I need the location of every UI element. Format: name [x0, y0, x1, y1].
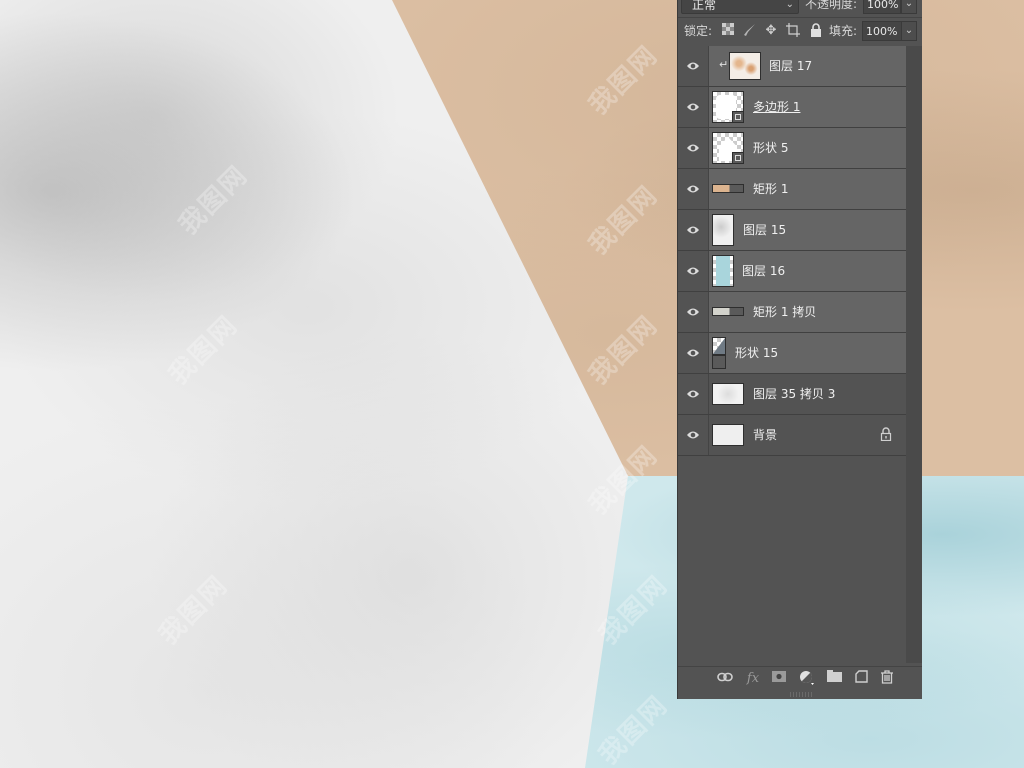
lock-image-pixels-icon[interactable]	[742, 23, 758, 39]
fx-icon[interactable]: fx	[744, 670, 762, 688]
layers-panel: 正常 ⌄ 不透明度: 100% ⌄ 锁定: ✥ 填充: 100% ⌄ ↵ 图层 …	[677, 0, 922, 699]
layer-name: 形状 5	[753, 141, 789, 155]
divider	[678, 17, 922, 18]
layer-thumbnail	[712, 383, 744, 405]
eye-icon[interactable]	[686, 142, 700, 154]
lock-artboard-icon[interactable]	[785, 23, 801, 39]
add-mask-icon[interactable]	[770, 670, 788, 688]
opacity-input[interactable]: 100%	[863, 0, 901, 14]
vector-mask-icon	[732, 152, 744, 164]
layer-row[interactable]: 形状 15	[678, 333, 906, 374]
layer-thumbnail	[712, 184, 744, 193]
layer-name: 图层 35 拷贝 3	[753, 387, 836, 401]
layer-name: 图层 15	[743, 223, 787, 237]
layer-name: 形状 15	[735, 346, 779, 360]
fill-label: 填充:	[829, 24, 858, 38]
vector-mask-icon	[712, 355, 726, 369]
blend-mode-value: 正常	[692, 0, 717, 12]
layer-name: 矩形 1 拷贝	[753, 305, 817, 319]
eye-icon[interactable]	[686, 183, 700, 195]
adjustment-layer-icon[interactable]	[798, 670, 816, 688]
layer-name: 矩形 1	[753, 182, 789, 196]
eye-icon[interactable]	[686, 224, 700, 236]
layer-thumbnail	[712, 214, 734, 246]
eye-icon[interactable]	[686, 306, 700, 318]
layer-name: 背景	[753, 428, 778, 442]
layer-thumbnail	[712, 255, 734, 287]
new-layer-icon[interactable]	[852, 670, 870, 688]
eye-icon[interactable]	[686, 347, 700, 359]
layer-thumbnail	[712, 91, 744, 123]
layer-row[interactable]: 多边形 1	[678, 87, 906, 128]
layer-thumbnail	[712, 337, 726, 355]
layer-row[interactable]: 图层 35 拷贝 3	[678, 374, 906, 415]
lock-fill-row: 锁定: ✥ 填充: 100% ⌄	[678, 20, 922, 42]
fill-dropdown-button[interactable]: ⌄	[901, 21, 917, 41]
layer-row[interactable]: 图层 15	[678, 210, 906, 251]
opacity-label: 不透明度:	[805, 0, 858, 11]
layer-thumbnail	[729, 52, 761, 80]
eye-icon[interactable]	[686, 265, 700, 277]
new-group-icon[interactable]	[825, 670, 843, 688]
layer-row[interactable]: 矩形 1 拷贝	[678, 292, 906, 333]
layer-name: 图层 17	[769, 59, 813, 73]
opacity-dropdown-button[interactable]: ⌄	[901, 0, 917, 14]
clipping-mask-arrow-icon: ↵	[719, 58, 729, 71]
layer-row[interactable]: 图层 16	[678, 251, 906, 292]
lock-position-icon[interactable]: ✥	[763, 23, 779, 39]
layers-bottom-toolbar: fx	[678, 666, 922, 691]
layer-thumbnail	[712, 132, 744, 164]
layer-name: 多边形 1	[753, 100, 801, 114]
layer-row[interactable]: 背景	[678, 415, 906, 456]
layer-list: ↵ 图层 17 多边形 1 形状 5 矩形 1 图层 15 图层 16 矩形 1…	[678, 46, 906, 456]
layer-thumbnail	[712, 424, 744, 446]
eye-icon[interactable]	[686, 429, 700, 441]
eye-icon[interactable]	[686, 60, 700, 72]
eye-icon[interactable]	[686, 388, 700, 400]
lock-label: 锁定:	[684, 24, 713, 38]
fill-input[interactable]: 100%	[862, 21, 902, 41]
layer-name: 图层 16	[742, 264, 786, 278]
lock-transparent-pixels-icon[interactable]	[720, 23, 736, 39]
layer-row[interactable]: 形状 5	[678, 128, 906, 169]
vector-mask-icon	[732, 111, 744, 123]
layer-row[interactable]: ↵ 图层 17	[678, 46, 906, 87]
blend-mode-select[interactable]: 正常 ⌄	[681, 0, 799, 14]
layer-lock-icon	[880, 427, 892, 441]
lock-all-icon[interactable]	[808, 23, 824, 39]
delete-icon[interactable]	[878, 670, 896, 688]
layer-thumbnail	[712, 307, 744, 316]
layers-scrollbar[interactable]	[906, 46, 922, 663]
link-layers-icon[interactable]	[716, 670, 734, 688]
blend-opacity-row: 正常 ⌄ 不透明度: 100% ⌄	[678, 0, 922, 18]
panel-resize-handle[interactable]	[790, 692, 812, 697]
eye-icon[interactable]	[686, 101, 700, 113]
chevron-down-icon: ⌄	[785, 0, 794, 10]
layer-row[interactable]: 矩形 1	[678, 169, 906, 210]
